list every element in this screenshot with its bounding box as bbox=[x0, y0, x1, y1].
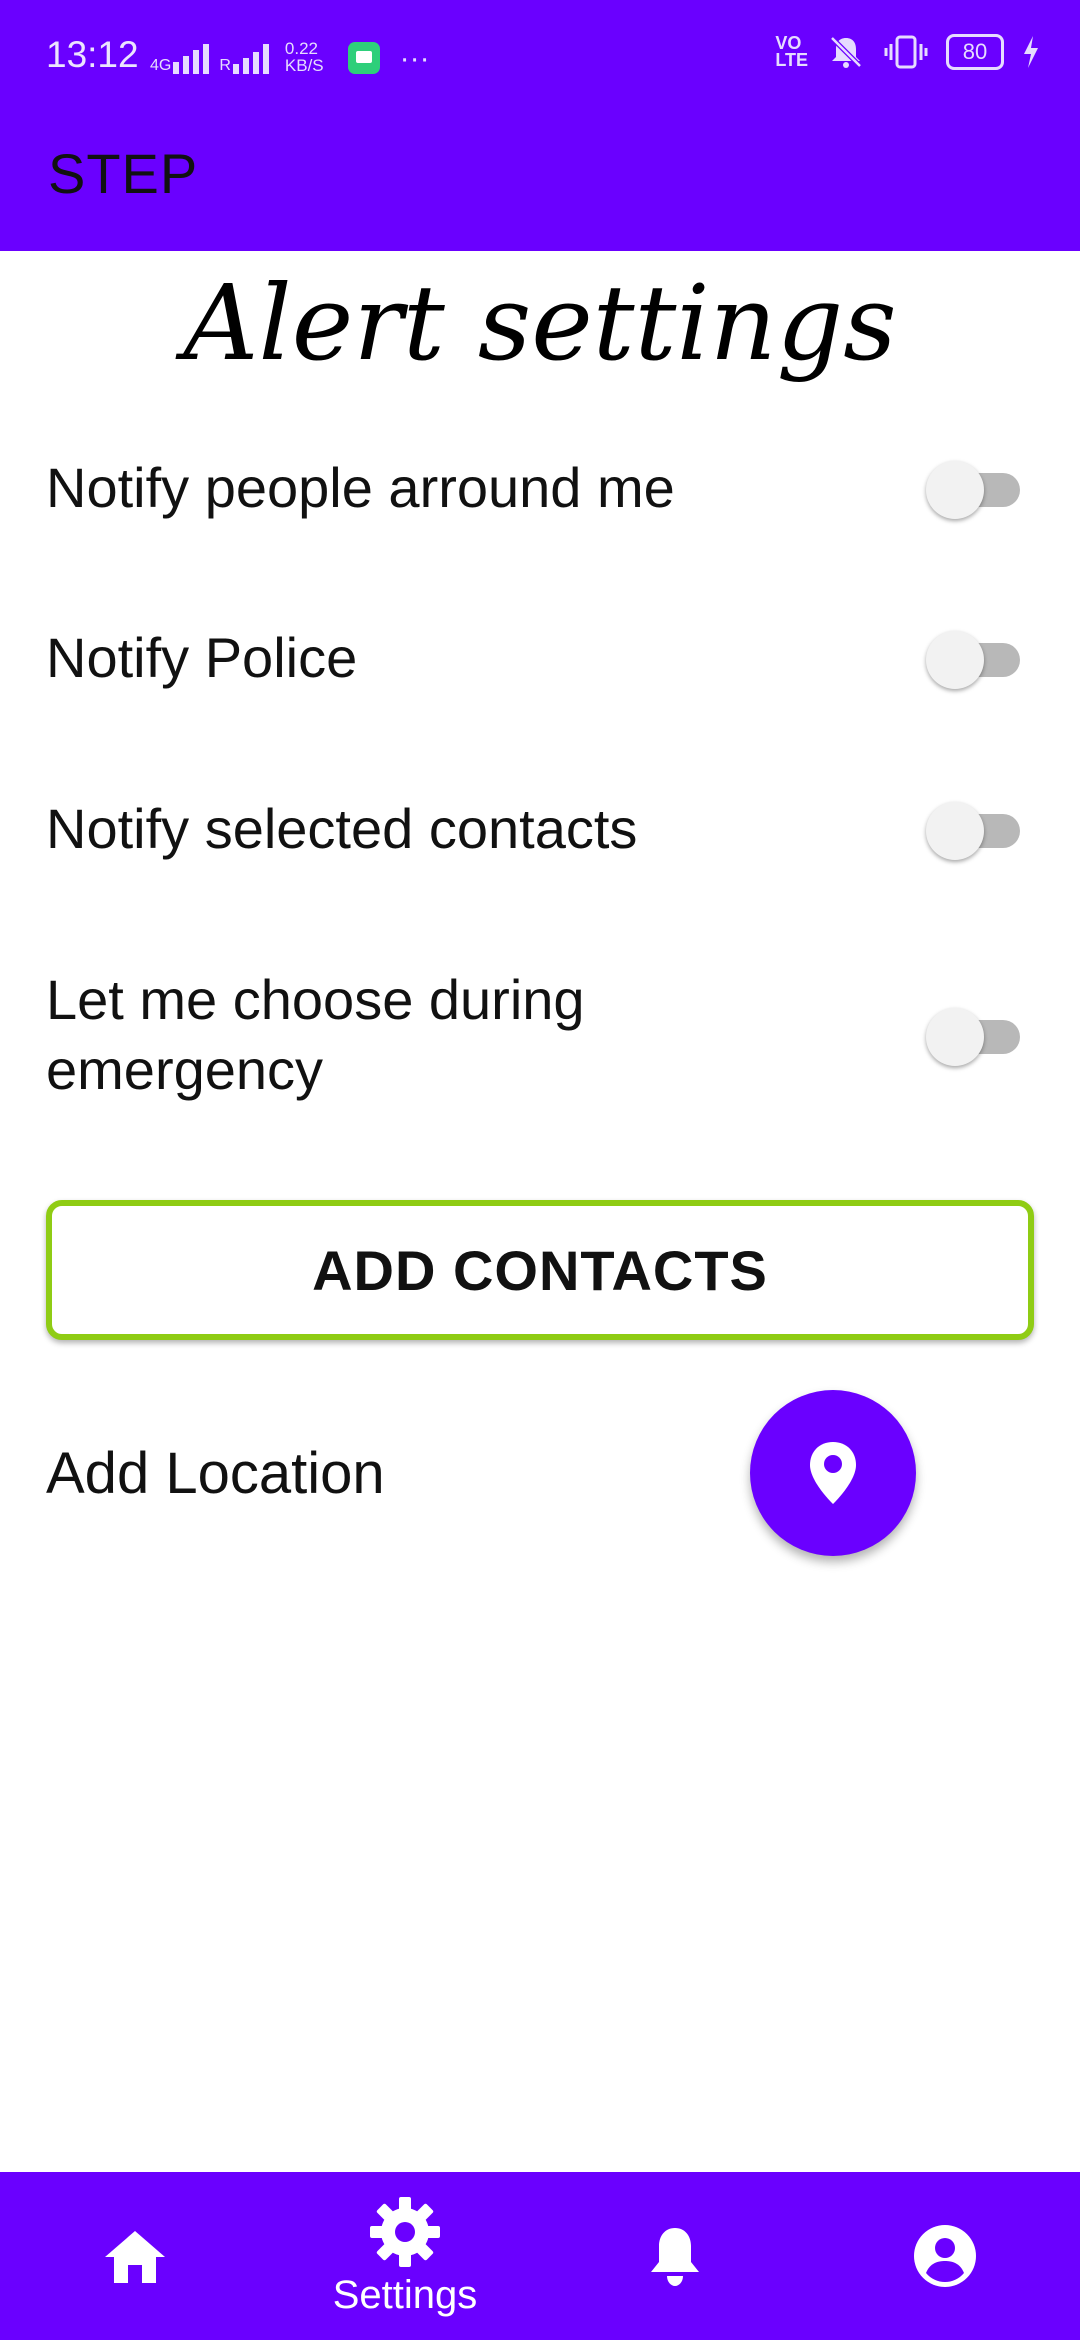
volte-bottom: LTE bbox=[775, 50, 808, 70]
nav-item-settings[interactable]: Settings bbox=[270, 2172, 540, 2340]
network-speed-value: 0.22 bbox=[284, 39, 318, 58]
account-icon bbox=[914, 2225, 976, 2287]
app-bar: STEP bbox=[0, 105, 1080, 251]
setting-row-notify-police: Notify Police bbox=[46, 623, 1036, 693]
setting-row-choose-during-emergency: Let me choose during emergency bbox=[46, 965, 1036, 1105]
gear-icon bbox=[370, 2196, 440, 2267]
status-right-icons: VO LTE 80 bbox=[775, 32, 1040, 72]
setting-label: Notify Police bbox=[46, 626, 358, 689]
roaming-indicator: R bbox=[219, 42, 269, 74]
nav-item-profile[interactable] bbox=[810, 2172, 1080, 2340]
add-contacts-button[interactable]: ADD CONTACTS bbox=[46, 1200, 1034, 1340]
location-pin-icon bbox=[810, 1442, 856, 1504]
status-bar: 13:12 4G R 0.22 KB/S ··· VO LTE 80 bbox=[0, 0, 1080, 105]
mute-icon bbox=[830, 36, 862, 68]
notify-contacts-toggle[interactable] bbox=[918, 794, 1028, 864]
home-icon bbox=[105, 2231, 165, 2283]
signal-strength-2-icon bbox=[232, 42, 269, 74]
bell-icon bbox=[651, 2228, 699, 2286]
toggle-thumb bbox=[926, 802, 984, 860]
toggle-thumb bbox=[926, 461, 984, 519]
roaming-label: R bbox=[219, 57, 231, 74]
toggle-thumb bbox=[926, 1008, 984, 1066]
bottom-navigation: Settings bbox=[0, 2172, 1080, 2340]
notify-people-toggle[interactable] bbox=[918, 453, 1028, 523]
charging-icon bbox=[1024, 36, 1038, 68]
network-type-label: 4G bbox=[150, 57, 172, 74]
status-time: 13:12 bbox=[46, 34, 139, 75]
notify-police-toggle[interactable] bbox=[918, 623, 1028, 693]
network-type-indicator: 4G bbox=[150, 42, 210, 74]
app-title: STEP bbox=[48, 142, 199, 205]
nav-item-notifications[interactable] bbox=[540, 2172, 810, 2340]
setting-row-notify-people: Notify people arround me bbox=[46, 453, 1036, 523]
signal-strength-icon bbox=[173, 42, 210, 74]
setting-label: Let me choose during emergency bbox=[46, 968, 585, 1101]
add-location-button[interactable] bbox=[750, 1390, 916, 1556]
toggle-thumb bbox=[926, 631, 984, 689]
network-speed-unit: KB/S bbox=[284, 56, 324, 75]
setting-row-notify-contacts: Notify selected contacts bbox=[46, 794, 1036, 864]
more-notifications-icon: ··· bbox=[399, 42, 430, 75]
battery-icon: 80 bbox=[946, 34, 1004, 70]
network-speed: 0.22 KB/S bbox=[285, 40, 324, 74]
nav-item-home[interactable] bbox=[0, 2172, 270, 2340]
status-left-icons: 4G R 0.22 KB/S ··· bbox=[150, 34, 430, 74]
volte-icon: VO LTE bbox=[775, 34, 808, 70]
nav-label-settings: Settings bbox=[332, 2272, 478, 2317]
page-title: Alert settings bbox=[183, 262, 897, 384]
add-location-label: Add Location bbox=[46, 1441, 385, 1506]
vibrate-icon bbox=[884, 35, 928, 69]
message-notification-icon bbox=[347, 42, 380, 74]
setting-label: Notify people arround me bbox=[46, 456, 675, 519]
choose-during-emergency-toggle[interactable] bbox=[918, 1000, 1028, 1070]
setting-label: Notify selected contacts bbox=[46, 797, 638, 860]
